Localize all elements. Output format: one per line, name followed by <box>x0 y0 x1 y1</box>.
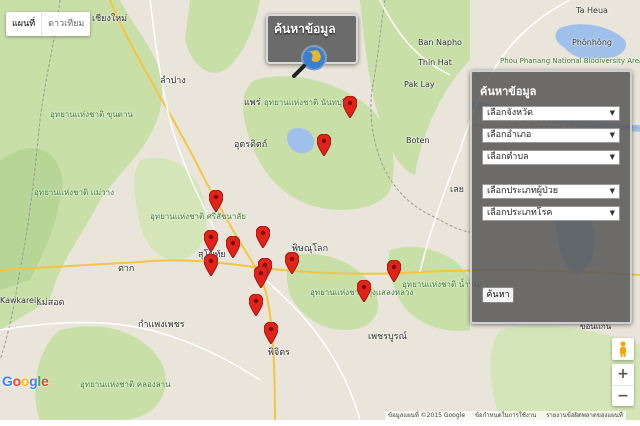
map-marker-4[interactable] <box>204 230 218 252</box>
place-uttaradit: อุตรดิตถ์ <box>234 140 268 150</box>
place-ta-heua: Ta Heua <box>576 6 608 15</box>
place-park-west2: อุทยานแห่งชาติ ขุนตาน <box>50 110 133 119</box>
map-marker-5[interactable] <box>226 236 240 258</box>
search-toggle-label: ค้นหาข้อมูล <box>274 22 336 36</box>
map-data-attribution: ข้อมูลแผนที่ ©2015 Google <box>388 412 466 419</box>
zoom-out-button[interactable]: − <box>612 385 634 406</box>
zoom-in-button[interactable]: + <box>612 364 634 385</box>
district-select-value: เลือกอำเภอ <box>487 130 532 140</box>
map-marker-11[interactable] <box>387 260 401 282</box>
dropdown-arrow-icon: ▼ <box>609 209 615 217</box>
map-marker-12[interactable] <box>357 280 371 302</box>
place-park-south: อุทยานแห่งชาติ คลองลาน <box>80 380 171 389</box>
place-pak-lay: Pak Lay <box>404 80 435 89</box>
place-boten: Boten <box>406 136 430 145</box>
dropdown-arrow-icon: ▼ <box>609 131 615 139</box>
place-ban-napho: Ban Napho <box>418 38 462 47</box>
subdistrict-select-value: เลือกตำบล <box>487 152 529 162</box>
map-marker-3[interactable] <box>209 190 223 212</box>
place-chiang-mai: เชียงใหม่ <box>92 14 128 24</box>
place-phou-phanang: Phou Phanang National Biodiversity Area <box>500 57 640 65</box>
map-type-satellite-button[interactable]: ดาวเทียม <box>41 12 90 36</box>
place-phetchabun: เพชรบูรณ์ <box>368 332 407 342</box>
pegman-icon <box>620 341 626 357</box>
map-type-control: แผนที่ ดาวเทียม <box>6 12 91 36</box>
place-lampang: ลำปาง <box>160 76 186 86</box>
search-button[interactable]: ค้นหา <box>482 287 514 303</box>
street-view-pegman[interactable] <box>612 338 634 360</box>
province-select[interactable]: เลือกจังหวัด ▼ <box>482 106 620 121</box>
dropdown-arrow-icon: ▼ <box>609 153 615 161</box>
place-phrae: แพร่ <box>244 98 261 108</box>
place-phonhong: Phônhông <box>572 38 612 47</box>
district-select[interactable]: เลือกอำเภอ ▼ <box>482 128 620 143</box>
map-marker-1[interactable] <box>343 96 357 118</box>
map-marker-2[interactable] <box>317 134 331 156</box>
place-park-east2: อุทยานแห่งชาติ น้ำหนาว <box>402 280 489 289</box>
province-select-value: เลือกจังหวัด <box>487 108 533 118</box>
report-error-link[interactable]: รายงานข้อผิดพลาดของแผนที่ <box>546 412 623 419</box>
map-attribution: ข้อมูลแผนที่ ©2015 Google ข้อกำหนดในการใ… <box>385 411 626 420</box>
terms-link[interactable]: ข้อกำหนดในการใช้งาน <box>475 412 536 419</box>
place-tak: ตาก <box>118 264 135 274</box>
zoom-control: + − <box>612 364 634 406</box>
disease-type-select-value: เลือกประเภทโรค <box>487 208 553 218</box>
place-park-north: อุทยานแห่งชาติ นันทบุรี <box>264 98 347 107</box>
place-thin-hat: Thin Hat <box>418 58 452 67</box>
place-kawkareik: Kawkareik <box>0 296 41 305</box>
place-kamphaeng-phet: กำแพงเพชร <box>138 320 185 330</box>
map-type-map-button[interactable]: แผนที่ <box>6 12 41 36</box>
dropdown-arrow-icon: ▼ <box>609 187 615 195</box>
place-park-west: อุทยานแห่งชาติ แม่วาง <box>34 188 115 197</box>
patient-type-select-value: เลือกประเภทผู้ป่วย <box>487 186 559 196</box>
subdistrict-select[interactable]: เลือกตำบล ▼ <box>482 150 620 165</box>
disease-type-select[interactable]: เลือกประเภทโรค ▼ <box>482 206 620 221</box>
google-logo[interactable]: Google <box>2 373 49 389</box>
search-toggle-button[interactable]: ค้นหาข้อมูล <box>266 14 358 78</box>
search-panel: ค้นหาข้อมูล เลือกจังหวัด ▼ เลือกอำเภอ ▼ เล… <box>470 70 632 324</box>
map-marker-9[interactable] <box>254 266 268 288</box>
map-marker-13[interactable] <box>249 294 263 316</box>
place-phichit: พิจิตร <box>268 348 290 358</box>
map-marker-7[interactable] <box>204 254 218 276</box>
patient-type-select[interactable]: เลือกประเภทผู้ป่วย ▼ <box>482 184 620 199</box>
place-park-west3: อุทยานแห่งชาติ ศรีสัชนาลัย <box>150 212 246 221</box>
place-loei: เลย <box>450 185 464 195</box>
globe-search-icon <box>292 45 327 78</box>
panel-title: ค้นหาข้อมูล <box>480 85 537 98</box>
map-marker-6[interactable] <box>256 226 270 248</box>
dropdown-arrow-icon: ▼ <box>609 109 615 117</box>
map-marker-14[interactable] <box>264 322 278 344</box>
map-marker-10[interactable] <box>285 252 299 274</box>
